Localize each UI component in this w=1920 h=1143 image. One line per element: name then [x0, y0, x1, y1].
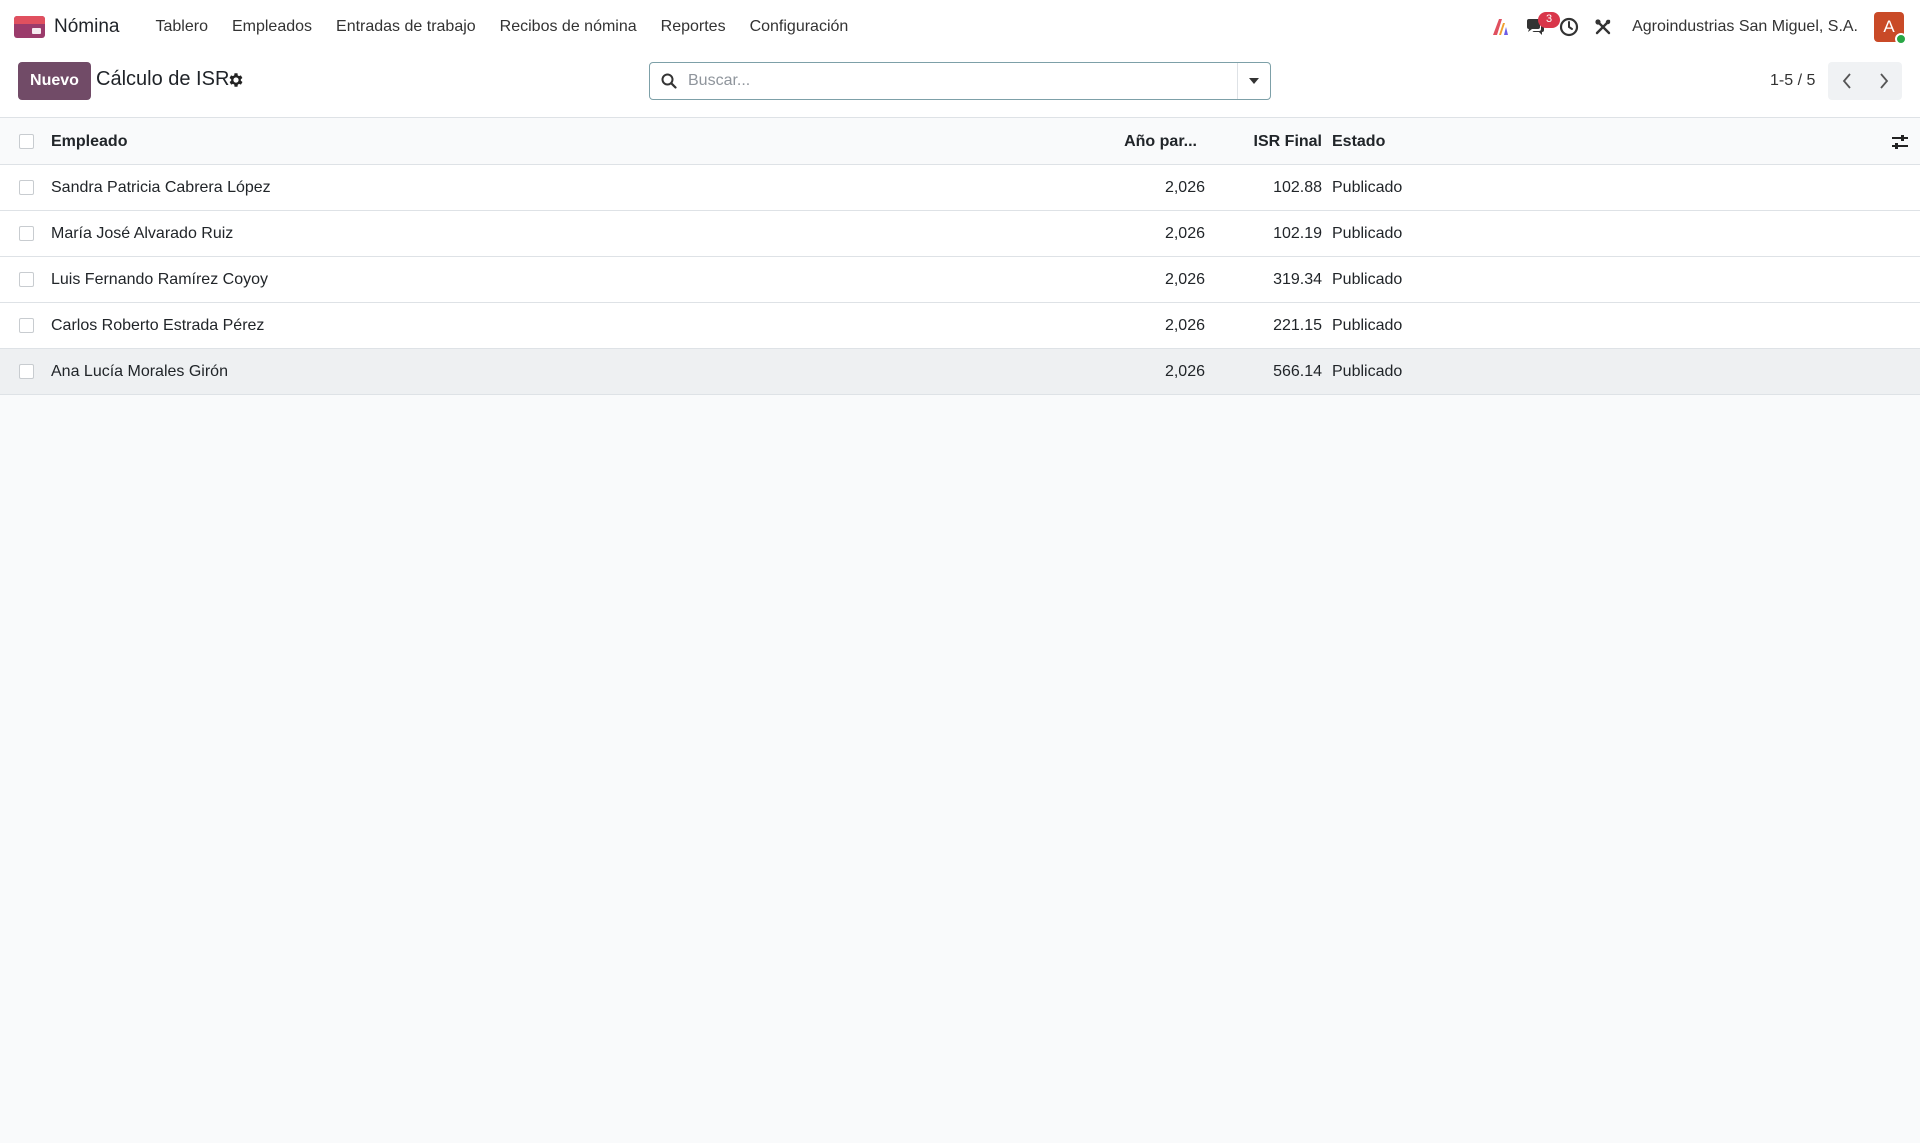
search-icon [650, 63, 688, 99]
column-header-year[interactable]: Año par... [1124, 119, 1197, 164]
caret-down-icon [1249, 78, 1259, 84]
control-panel: Nuevo Cálculo de ISR 1-5 / 5 [0, 53, 1920, 118]
gear-icon[interactable] [227, 71, 245, 89]
row-checkbox[interactable] [19, 226, 34, 241]
table-row[interactable]: María José Alvarado Ruiz 2,026 102.19 Pu… [0, 211, 1920, 257]
pager-next-button[interactable] [1865, 62, 1902, 100]
menu-item-configuracion[interactable]: Configuración [738, 0, 861, 53]
isr-final-cell: 102.19 [1273, 225, 1322, 242]
chevron-left-icon [1842, 73, 1851, 89]
top-navbar: Nómina Tablero Empleados Entradas de tra… [0, 0, 1920, 53]
menu-item-reportes[interactable]: Reportes [649, 0, 738, 53]
table-row[interactable]: Ana Lucía Morales Girón 2,026 566.14 Pub… [0, 349, 1920, 395]
menu-item-recibos-de-nomina[interactable]: Recibos de nómina [488, 0, 649, 53]
row-checkbox[interactable] [19, 180, 34, 195]
isr-final-cell: 566.14 [1273, 363, 1322, 380]
row-checkbox[interactable] [19, 318, 34, 333]
employee-cell: Carlos Roberto Estrada Pérez [51, 317, 265, 334]
row-checkbox[interactable] [19, 272, 34, 287]
year-cell: 2,026 [1164, 317, 1205, 334]
state-cell: Publicado [1332, 225, 1403, 242]
year-cell: 2,026 [1164, 271, 1205, 288]
isr-final-cell: 102.88 [1273, 179, 1322, 196]
select-all-checkbox[interactable] [19, 134, 34, 149]
activity-clock-icon[interactable] [1552, 10, 1586, 44]
menu-item-entradas-de-trabajo[interactable]: Entradas de trabajo [324, 0, 488, 53]
row-checkbox[interactable] [19, 364, 34, 379]
year-cell: 2,026 [1164, 225, 1205, 242]
column-header-state[interactable]: Estado [1332, 119, 1385, 164]
isr-list-table: Empleado Año par... ISR Final Estado San… [0, 119, 1920, 395]
menu-item-tablero[interactable]: Tablero [143, 0, 219, 53]
column-header-employee[interactable]: Empleado [51, 119, 127, 164]
isr-final-cell: 319.34 [1273, 271, 1322, 288]
search-input[interactable] [688, 64, 1237, 98]
main-menu: Tablero Empleados Entradas de trabajo Re… [143, 0, 860, 53]
table-row[interactable]: Carlos Roberto Estrada Pérez 2,026 221.1… [0, 303, 1920, 349]
employee-cell: Luis Fernando Ramírez Coyoy [51, 271, 268, 288]
ai-assistant-icon[interactable] [1484, 10, 1518, 44]
state-cell: Publicado [1332, 179, 1403, 196]
state-cell: Publicado [1332, 271, 1403, 288]
state-cell: Publicado [1332, 317, 1403, 334]
menu-item-empleados[interactable]: Empleados [220, 0, 324, 53]
app-name[interactable]: Nómina [54, 16, 119, 38]
new-button[interactable]: Nuevo [18, 62, 91, 100]
employee-cell: María José Alvarado Ruiz [51, 225, 234, 242]
systray: 3 Agroindustrias San Miguel, S.A. A [1484, 0, 1907, 53]
payroll-app-icon[interactable] [14, 15, 45, 38]
table-header-row: Empleado Año par... ISR Final Estado [0, 119, 1920, 165]
year-cell: 2,026 [1164, 363, 1205, 380]
presence-online-icon [1895, 32, 1907, 45]
isr-final-cell: 221.15 [1273, 317, 1322, 334]
page-title[interactable]: Cálculo de ISR [96, 68, 229, 91]
employee-cell: Ana Lucía Morales Girón [51, 363, 228, 380]
messages-icon[interactable]: 3 [1518, 10, 1561, 44]
year-cell: 2,026 [1164, 179, 1205, 196]
search-bar [649, 62, 1271, 100]
company-switcher[interactable]: Agroindustrias San Miguel, S.A. [1632, 18, 1858, 36]
avatar-initial: A [1883, 16, 1895, 36]
state-cell: Publicado [1332, 363, 1403, 380]
pager-value[interactable]: 1-5 / 5 [1770, 72, 1815, 90]
user-avatar[interactable]: A [1874, 11, 1907, 45]
debug-tools-icon[interactable] [1586, 10, 1620, 44]
table-row[interactable]: Luis Fernando Ramírez Coyoy 2,026 319.34… [0, 257, 1920, 303]
search-options-toggle[interactable] [1237, 63, 1270, 99]
employee-cell: Sandra Patricia Cabrera López [51, 179, 271, 196]
table-row[interactable]: Sandra Patricia Cabrera López 2,026 102.… [0, 165, 1920, 211]
chevron-right-icon [1879, 73, 1888, 89]
column-header-isr-final[interactable]: ISR Final [1254, 119, 1322, 164]
pager-previous-button[interactable] [1828, 62, 1865, 100]
optional-columns-sliders-icon[interactable] [1890, 132, 1910, 152]
